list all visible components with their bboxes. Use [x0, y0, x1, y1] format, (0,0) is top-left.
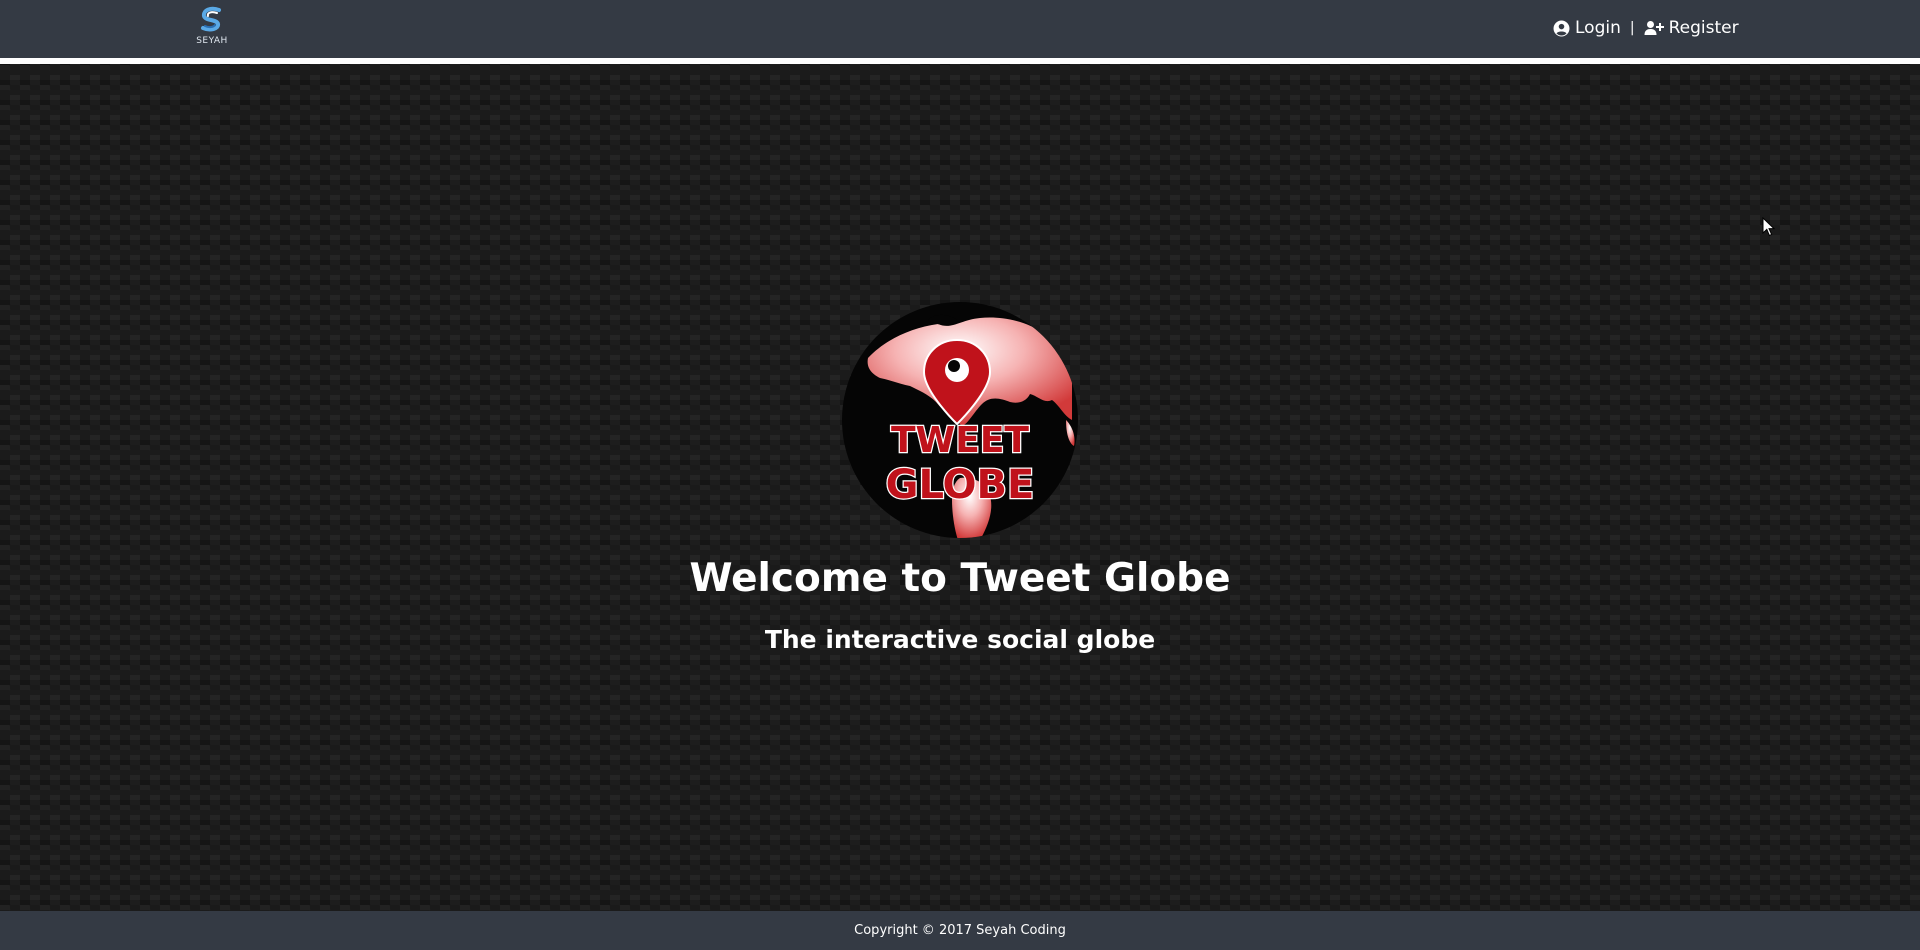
auth-nav: Login | Register: [1553, 18, 1739, 38]
user-plus-icon: [1644, 21, 1664, 35]
page-subtitle: The interactive social globe: [764, 624, 1156, 654]
user-circle-icon: [1553, 20, 1570, 36]
login-label: Login: [1575, 18, 1621, 38]
register-label: Register: [1668, 18, 1739, 38]
logo-text-line2: GLOBE: [886, 462, 1035, 508]
top-navbar: SEYAH Login | Register: [0, 0, 1920, 64]
copyright-text: Copyright © 2017 Seyah Coding: [854, 923, 1066, 938]
logo-text-line1: TWEET: [891, 420, 1029, 461]
page-title: Welcome to Tweet Globe: [689, 556, 1231, 601]
mouse-cursor-icon: [1762, 217, 1776, 237]
seyah-logo-icon: [201, 6, 221, 32]
auth-separator: |: [1629, 20, 1635, 36]
brand-text: SEYAH: [196, 36, 228, 46]
brand-logo[interactable]: SEYAH: [188, 6, 236, 50]
footer: Copyright © 2017 Seyah Coding: [0, 911, 1920, 950]
login-link[interactable]: Login: [1553, 18, 1621, 38]
hero-section: TWEET GLOBE Welcome to Tweet Globe The i…: [0, 300, 1920, 655]
register-link[interactable]: Register: [1644, 18, 1739, 38]
tweet-globe-logo: TWEET GLOBE: [842, 302, 1078, 538]
